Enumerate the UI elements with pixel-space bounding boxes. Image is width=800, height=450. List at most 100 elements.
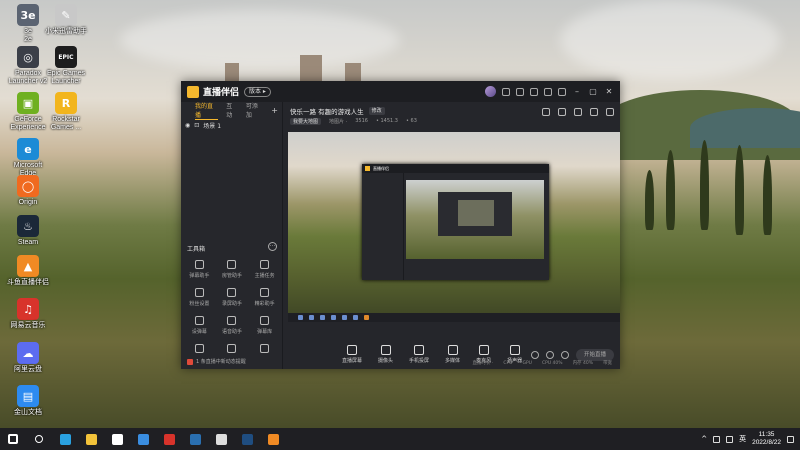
desktop-icon-label: Steam	[17, 239, 39, 246]
desktop-icon[interactable]: ☁ 阿里云盘	[4, 342, 52, 374]
toolbox-item[interactable]	[183, 344, 216, 356]
message-icon[interactable]	[502, 87, 510, 96]
lock-icon[interactable]: ⊡	[194, 122, 199, 129]
taskbar-edge-button[interactable]	[52, 428, 78, 450]
notification-icon[interactable]	[787, 435, 794, 443]
live-companion-window[interactable]: 直播伴侣 版本 ▸ – ▢ ✕ 我的直播 互动 可添加 + ◉ ⊡ 场景 1 工…	[181, 81, 620, 369]
desktop-icon[interactable]: EPIC Epic Games Launcher	[42, 46, 90, 86]
taskbar-start-button[interactable]	[0, 428, 26, 450]
tab-my-live[interactable]: 我的直播	[195, 101, 219, 120]
tab-interact[interactable]: 互动	[226, 101, 238, 119]
windows-taskbar: ^ 英 11:35 2022/8/22	[0, 428, 800, 450]
toolbox-item-label: 精彩助手	[254, 301, 275, 307]
clock-time: 11:35	[758, 431, 775, 438]
desktop-icon[interactable]: e Microsoft Edge	[4, 138, 52, 178]
toolbox-item[interactable]: 房管助手	[216, 260, 249, 279]
taskbar-search-button[interactable]	[26, 428, 52, 450]
desktop-icon[interactable]: ▤ 金山文档	[4, 385, 52, 417]
tool-icon	[227, 260, 237, 269]
taskbar-mail-button[interactable]	[130, 428, 156, 450]
toolbox-item[interactable]: 粉丝设置	[183, 288, 216, 307]
desktop-icon-label: 阿里云盘	[14, 366, 42, 373]
nested-panel	[362, 173, 404, 280]
desktop-icon[interactable]: ♫ 网易云音乐	[4, 298, 52, 330]
taskbar-steam2-button[interactable]	[234, 428, 260, 450]
bell-icon[interactable]	[590, 108, 598, 116]
gift-box-icon[interactable]	[542, 108, 550, 116]
toolbox-item[interactable]: 录屏助手	[216, 288, 249, 307]
lock-icon[interactable]	[558, 108, 566, 116]
preview-taskbar-icon	[320, 315, 325, 320]
tool-icon	[227, 344, 237, 353]
tool-icon	[260, 288, 270, 297]
toolbox-item-label: 录屏助手	[221, 301, 242, 307]
source-icon	[447, 345, 458, 355]
toolbox-item[interactable]: 语音助手	[216, 316, 249, 335]
notification-row[interactable]: 1 条直播中新动态提醒	[187, 358, 246, 365]
tool-icon	[194, 344, 204, 353]
desktop-icon-label: Rockstar Games ...	[50, 116, 82, 131]
tab-addable[interactable]: 可添加	[246, 101, 263, 119]
toolbox-item-label: 弹幕助手	[189, 273, 210, 279]
gift-icon[interactable]	[516, 87, 524, 96]
source-icon	[509, 345, 520, 355]
store-icon	[111, 433, 123, 445]
source-icon	[478, 345, 489, 355]
eye-icon[interactable]: ◉	[185, 122, 190, 129]
toolbox-item[interactable]: 精彩助手	[248, 288, 281, 307]
live-preview[interactable]: 直播伴侣	[288, 132, 620, 322]
taskbar-store-button[interactable]	[104, 428, 130, 450]
toolbox-item[interactable]: 弹幕助手	[183, 260, 216, 279]
toolbox-item[interactable]: 弹幕库	[248, 316, 281, 335]
douyu-icon	[267, 433, 279, 445]
taskbar-explorer-button[interactable]	[78, 428, 104, 450]
shop-icon[interactable]	[530, 87, 538, 96]
toolbox-item-label: 粉丝设置	[189, 301, 210, 307]
desktop-icon[interactable]: ♨ Steam	[4, 215, 52, 247]
taskbar-netease-button[interactable]	[156, 428, 182, 450]
stream-title: 快乐一路 有趣的游戏人生	[290, 107, 364, 116]
meta-item: 地图片 ·	[329, 118, 348, 125]
tool-icon	[194, 316, 204, 325]
volume-icon[interactable]	[726, 435, 734, 443]
desktop-icon-label: Origin	[18, 199, 38, 206]
settings-icon[interactable]	[558, 87, 566, 96]
minimize-button[interactable]: –	[572, 87, 582, 96]
version-badge[interactable]: 版本 ▸	[244, 86, 271, 97]
desktop-icon[interactable]: ◯ Origin	[4, 175, 52, 207]
scene-item[interactable]: ◉ ⊡ 场景 1	[181, 118, 282, 133]
toolbox-more-button[interactable]: ···	[268, 242, 277, 251]
tool-icon	[227, 288, 237, 297]
desktop-icon[interactable]: ✎ 小米迅雷助手	[42, 4, 90, 36]
desktop-icon[interactable]: ▲ 斗鱼直播伴侣	[4, 255, 52, 287]
toolbox-item[interactable]	[216, 344, 249, 356]
desktop-icon[interactable]: R Rockstar Games ...	[42, 92, 90, 132]
share-icon[interactable]	[606, 108, 614, 116]
taskbar-steam-button[interactable]	[182, 428, 208, 450]
desktop-app-icon: ✎	[55, 4, 77, 26]
meta-item: • 1451.3	[375, 118, 398, 124]
preview-taskbar-icon	[298, 315, 303, 320]
category-button[interactable]: 我要大地图	[290, 117, 322, 125]
taskbar-douyu-button[interactable]	[260, 428, 286, 450]
grid-icon[interactable]	[574, 108, 582, 116]
clock[interactable]: 11:35 2022/8/22	[752, 431, 781, 447]
maximize-button[interactable]: ▢	[588, 87, 598, 96]
avatar[interactable]	[485, 86, 496, 97]
tray-expand-icon[interactable]: ^	[701, 435, 707, 443]
add-scene-button[interactable]: +	[271, 106, 278, 115]
status-item: CPU 40%	[541, 360, 563, 366]
edit-title-button[interactable]: 修改	[368, 106, 385, 115]
tool-icon	[260, 344, 270, 353]
close-button[interactable]: ✕	[604, 87, 614, 96]
toolbox-item[interactable]: 设弹幕	[183, 316, 216, 335]
ime-indicator[interactable]: 英	[739, 434, 746, 444]
taskbar-epic-button[interactable]	[208, 428, 234, 450]
title-bar[interactable]: 直播伴侣 版本 ▸ – ▢ ✕	[181, 81, 620, 102]
toolbox-item[interactable]: 主播任务	[248, 260, 281, 279]
skin-icon[interactable]	[544, 87, 552, 96]
network-icon[interactable]	[713, 435, 721, 443]
desktop-icon-label: 金山文档	[14, 409, 42, 416]
toolbox-item[interactable]	[248, 344, 281, 356]
desktop-app-icon: 3e	[17, 4, 39, 26]
